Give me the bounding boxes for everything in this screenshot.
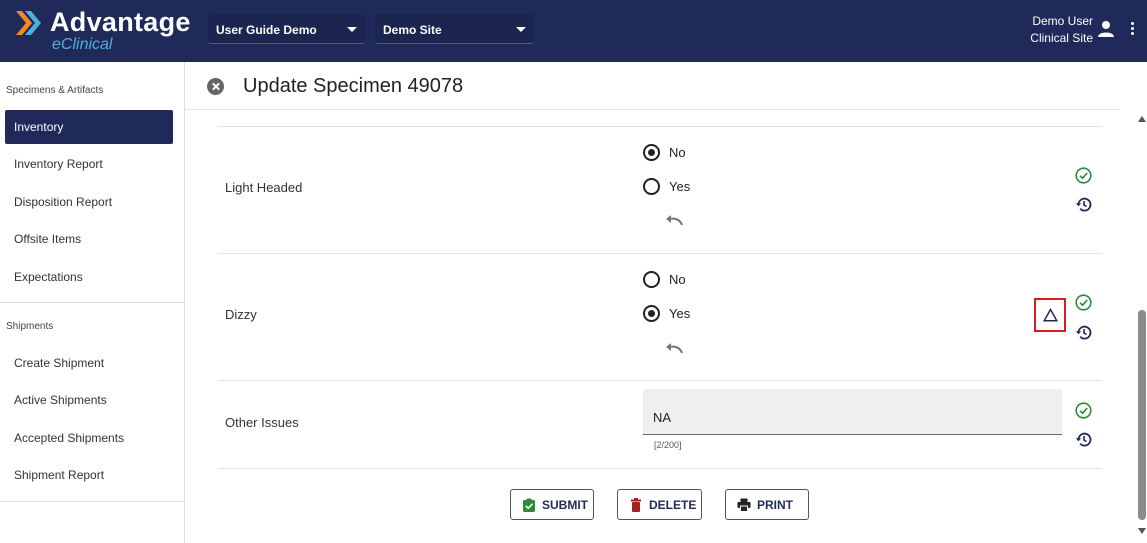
sidebar-divider (0, 501, 185, 502)
history-icon[interactable] (1075, 196, 1092, 213)
account-icon[interactable] (1098, 20, 1114, 38)
field-label-light-headed: Light Headed (225, 180, 303, 195)
sidebar-section-specimens: Specimens & Artifacts (6, 85, 104, 96)
delete-button[interactable]: DELETE (617, 489, 702, 520)
logo-chevron-icon (16, 11, 41, 35)
radio-dizzy-yes[interactable] (643, 305, 660, 322)
undo-icon[interactable] (665, 214, 683, 226)
more-menu-icon[interactable] (1127, 22, 1137, 38)
sidebar-section-shipments: Shipments (6, 321, 54, 332)
sidebar: Specimens & Artifacts Inventory Inventor… (0, 62, 185, 543)
print-label: PRINT (757, 498, 793, 512)
field-label-other-issues: Other Issues (225, 415, 299, 430)
scroll-up-icon[interactable] (1138, 116, 1146, 122)
check-circle-icon (1075, 294, 1092, 311)
radio-dizzy-no[interactable] (643, 271, 660, 288)
submit-label: SUBMIT (542, 498, 588, 512)
delete-label: DELETE (649, 498, 697, 512)
other-issues-input[interactable]: NA (643, 389, 1062, 435)
scroll-thumb[interactable] (1138, 310, 1146, 520)
sidebar-divider (0, 302, 185, 303)
radio-label-no: No (669, 145, 686, 160)
sidebar-item-expectations[interactable]: Expectations (5, 260, 173, 294)
close-icon[interactable] (207, 78, 224, 95)
check-circle-icon (1075, 402, 1092, 419)
chevron-down-icon (516, 27, 526, 32)
chevron-down-icon (347, 27, 357, 32)
print-button[interactable]: PRINT (725, 489, 809, 520)
site-select[interactable]: Demo Site (375, 14, 534, 44)
clipboard-check-icon (523, 498, 535, 512)
top-bar: Advantage eClinical User Guide Demo Demo… (0, 0, 1147, 62)
warning-triangle-icon (1043, 308, 1058, 322)
sidebar-item-shipment-report[interactable]: Shipment Report (5, 458, 173, 492)
sidebar-item-inventory-report[interactable]: Inventory Report (5, 147, 173, 181)
user-name: Demo User (1032, 14, 1093, 28)
submit-button[interactable]: SUBMIT (510, 489, 594, 520)
history-icon[interactable] (1075, 324, 1092, 341)
user-info: Demo User Clinical Site (1030, 13, 1093, 47)
field-label-dizzy: Dizzy (225, 307, 257, 322)
sidebar-item-active-shipments[interactable]: Active Shipments (5, 383, 173, 417)
row-divider (218, 380, 1102, 381)
row-divider (218, 468, 1102, 469)
site-select-value: Demo Site (383, 23, 442, 37)
radio-light-headed-no[interactable] (643, 144, 660, 161)
check-circle-icon (1075, 167, 1092, 184)
undo-icon[interactable] (665, 342, 683, 354)
user-role: Clinical Site (1030, 31, 1093, 45)
row-divider (218, 253, 1102, 254)
study-select[interactable]: User Guide Demo (208, 14, 365, 44)
radio-label-yes: Yes (669, 179, 691, 194)
character-counter: [2/200] (654, 440, 682, 450)
radio-label-yes: Yes (669, 306, 691, 321)
logo-title: Advantage (50, 7, 191, 37)
trash-icon (631, 498, 641, 512)
dialog-header: Update Specimen 49078 (185, 62, 1120, 110)
printer-icon (737, 498, 751, 512)
sidebar-item-offsite-items[interactable]: Offsite Items (5, 222, 173, 256)
scroll-down-icon[interactable] (1138, 528, 1146, 534)
sidebar-item-disposition-report[interactable]: Disposition Report (5, 185, 173, 219)
sidebar-item-create-shipment[interactable]: Create Shipment (5, 346, 173, 380)
logo-subtitle: eClinical (52, 36, 113, 53)
radio-light-headed-yes[interactable] (643, 178, 660, 195)
history-icon[interactable] (1075, 431, 1092, 448)
sidebar-item-inventory[interactable]: Inventory (5, 110, 173, 144)
main-panel: Update Specimen 49078 Light Headed No Ye… (185, 62, 1147, 543)
warning-highlight-box[interactable] (1034, 298, 1066, 332)
row-divider (218, 126, 1102, 127)
sidebar-item-accepted-shipments[interactable]: Accepted Shipments (5, 421, 173, 455)
page-title: Update Specimen 49078 (243, 75, 464, 97)
vertical-scrollbar[interactable] (1137, 110, 1147, 543)
study-select-value: User Guide Demo (216, 23, 317, 37)
app-logo[interactable]: Advantage eClinical (14, 6, 194, 56)
radio-label-no: No (669, 272, 686, 287)
